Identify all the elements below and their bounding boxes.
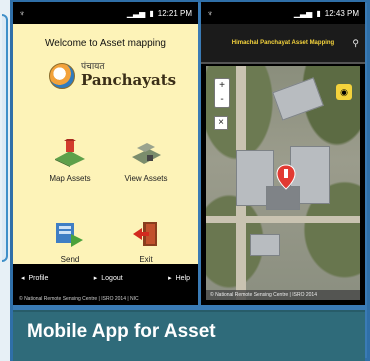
slide-caption: Mobile App for Asset (13, 310, 365, 361)
map-building (272, 77, 324, 121)
send-button[interactable]: Send (35, 220, 105, 264)
location-pin-icon[interactable] (276, 164, 296, 190)
brand-title: Panchayats (81, 70, 177, 89)
map-app-title: Himachal Panchayat Asset Mapping (231, 40, 335, 46)
left-slide-border (2, 14, 8, 262)
battery-icon-2: ▮ (316, 8, 321, 18)
phone-home-screen: ♆ ▁▃▅ ▮ 12:21 PM Welcome to Asset mappin… (13, 2, 198, 305)
close-icon[interactable]: × (214, 116, 228, 130)
map-assets-icon (55, 137, 85, 167)
welcome-title: Welcome to Asset mapping (45, 38, 166, 49)
map-assets-button[interactable]: Map Assets (35, 137, 105, 183)
zoom-out-button[interactable]: - (215, 93, 229, 107)
status-time: 12:21 PM (157, 8, 192, 18)
gps-locate-icon[interactable]: ◉ (336, 84, 352, 100)
footer-copyright: © National Remote Sensing Centre | ISRO … (13, 292, 198, 305)
bottom-nav-bar: ◂ Profile ▸ Logout ▸ Help (13, 264, 198, 292)
exit-button[interactable]: Exit (111, 220, 181, 264)
exit-label: Exit (139, 255, 153, 264)
exit-icon (133, 222, 157, 246)
logout-label: Logout (101, 274, 123, 282)
zoom-control[interactable]: + - (214, 78, 230, 108)
left-slide-edge (0, 0, 10, 361)
status-bar-2: ♆ ▁▃▅ ▮ 12:43 PM (201, 2, 365, 24)
view-assets-button[interactable]: View Assets (111, 139, 181, 183)
phone-map-screen: ♆ ▁▃▅ ▮ 12:43 PM Himachal Panchayat Asse… (201, 2, 365, 305)
send-label: Send (60, 255, 80, 264)
signal-icon: ▁▃▅ (126, 8, 146, 18)
profile-label: Profile (28, 274, 49, 282)
help-icon: ▸ (168, 275, 172, 282)
search-icon[interactable]: ⚲ (352, 38, 359, 49)
brand-header: पंचायत Panchayats (49, 62, 198, 89)
map-app-header: Himachal Panchayat Asset Mapping ⚲ (201, 24, 365, 64)
satellite-map[interactable]: + - × ◉ © National Remote Sensing Centre… (206, 66, 360, 300)
logout-button[interactable]: ▸ Logout (93, 274, 123, 283)
map-building (250, 234, 280, 256)
map-assets-label: Map Assets (49, 174, 91, 183)
help-button[interactable]: ▸ Help (168, 274, 190, 283)
map-attribution: © National Remote Sensing Centre | ISRO … (206, 290, 360, 300)
status-left-icon-2: ♆ (207, 8, 213, 18)
help-label: Help (175, 274, 190, 282)
send-icon (56, 223, 83, 247)
view-assets-label: View Assets (124, 174, 168, 183)
profile-button[interactable]: ◂ Profile (21, 274, 49, 283)
arrow-left-icon: ◂ (21, 275, 25, 282)
status-bar: ♆ ▁▃▅ ▮ 12:21 PM (13, 2, 198, 24)
panchayat-logo-icon (49, 63, 75, 89)
status-left-icon: ♆ (19, 8, 25, 18)
map-road (206, 216, 360, 223)
arrow-right-icon: ▸ (93, 275, 98, 282)
battery-icon: ▮ (149, 8, 154, 18)
signal-icon-2: ▁▃▅ (293, 8, 313, 18)
view-assets-icon (132, 143, 161, 164)
zoom-in-button[interactable]: + (215, 79, 229, 93)
status-time-2: 12:43 PM (324, 8, 359, 18)
